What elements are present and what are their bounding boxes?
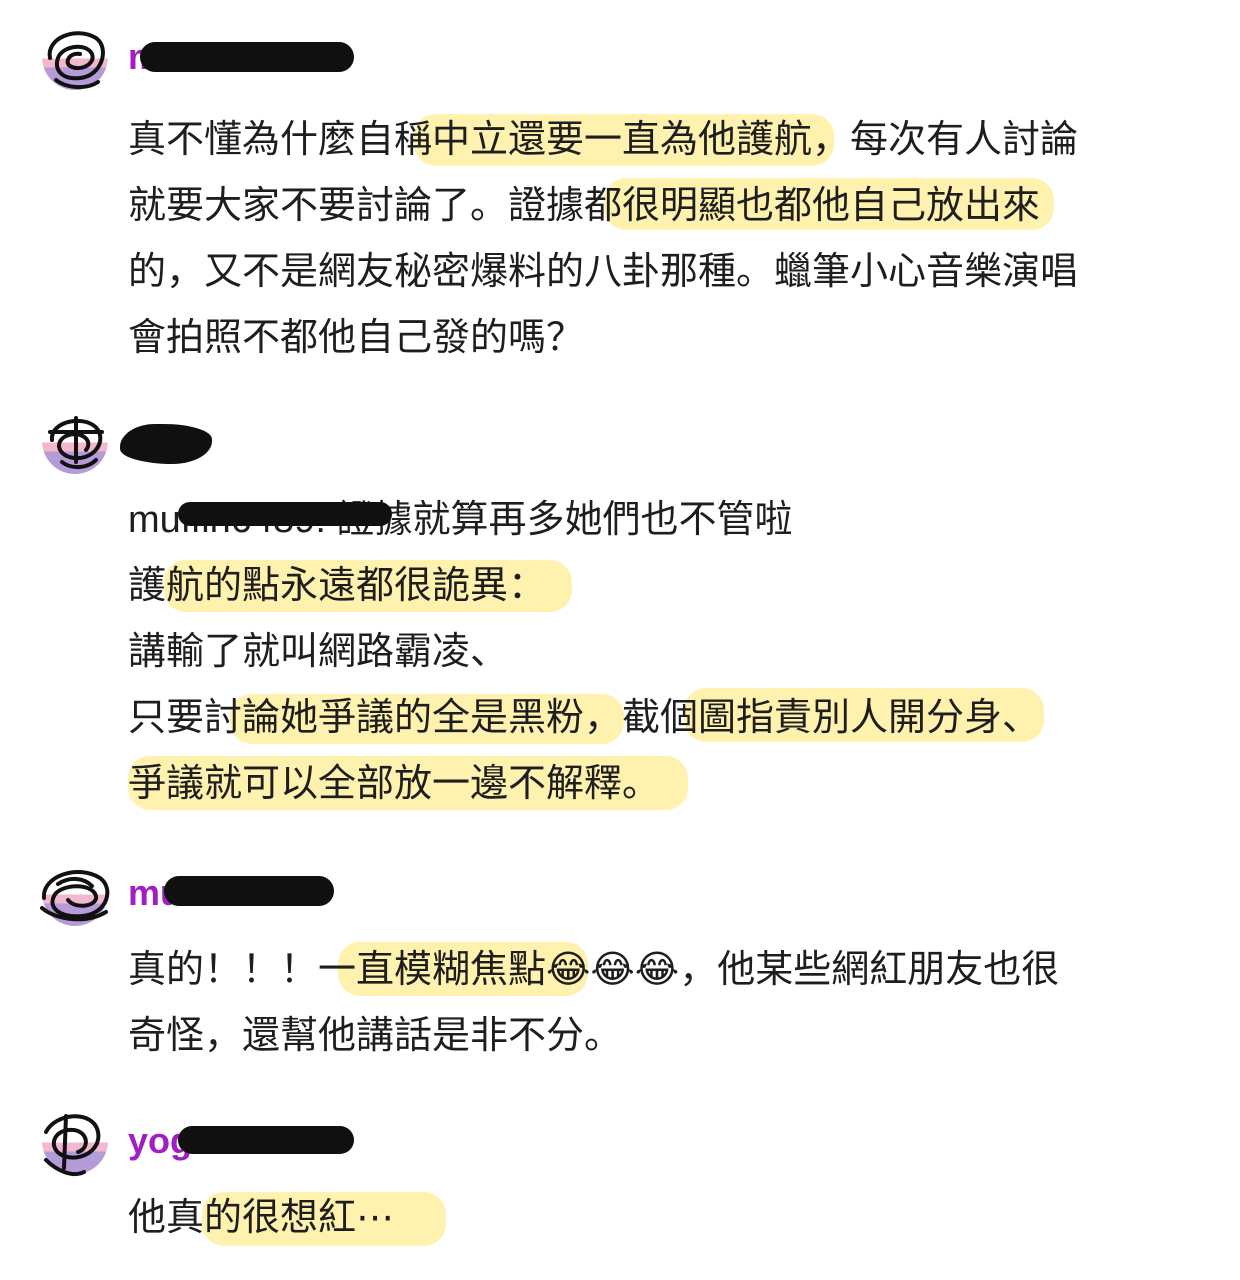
comment-line: 奇怪，還幫他講話是非不分。 (128, 1013, 623, 1057)
comment-line: 護航的點永遠都很詭異： (128, 563, 547, 607)
comment-3: muffin6489 真的！！！一直模糊焦點😂😂😂，他某些網紅朋友也很 奇怪，還… (0, 856, 1240, 1057)
comment-header (0, 404, 1240, 484)
comment-4: yogurt0128 他真的很想紅⋯ (0, 1104, 1240, 1246)
username-redaction (140, 42, 354, 72)
comment-header: muffin6489 (0, 856, 1240, 936)
comment-header: muffin6489 (0, 20, 1240, 100)
username-redaction (178, 1126, 354, 1154)
username-redaction (120, 424, 212, 464)
mention-redaction (178, 502, 392, 526)
comment-body: 真不懂為什麼自稱中立還要一直為他護航，每次有人討論 就要大家不要討論了。證據都很… (128, 106, 1078, 370)
comment-line: 會拍照不都他自己發的嗎？ (128, 315, 585, 359)
comment-body: muffin6489: 證據就算再多她們也不管啦 護航的點永遠都很詭異： 講輸了… (128, 486, 1044, 816)
comment-line: 的，又不是網友秘密爆料的八卦那種。蠟筆小心音樂演唱 (128, 249, 1079, 293)
comment-header: yogurt0128 (0, 1104, 1240, 1184)
comment-2: muffin6489: 證據就算再多她們也不管啦 護航的點永遠都很詭異： 講輸了… (0, 404, 1240, 810)
avatar[interactable] (42, 1108, 108, 1177)
scribble-redaction-icon (40, 869, 110, 922)
scribble-redaction-icon (48, 416, 104, 469)
comment-1: muffin6489 真不懂為什麼自稱中立還要一直為他護航，每次有人討論 就要大… (0, 20, 1240, 359)
avatar[interactable] (40, 860, 110, 926)
scribble-redaction-icon (44, 1114, 101, 1177)
comment-line: 就要大家不要討論了。證據都很明顯也都他自己放出來 (128, 183, 1041, 227)
comment-body: 他真的很想紅⋯ (128, 1184, 446, 1250)
comment-line: 講輸了就叫網路霸凌、 (128, 629, 509, 673)
avatar[interactable] (42, 24, 108, 90)
comment-line: 真的！！！一直模糊焦點😂😂😂，他某些網紅朋友也很 (128, 947, 1060, 991)
avatar[interactable] (42, 408, 108, 474)
comment-line: 爭議就可以全部放一邊不解釋。 (128, 761, 661, 805)
username-redaction (164, 876, 334, 906)
comment-line: 真不懂為什麼自稱中立還要一直為他護航，每次有人討論 (128, 117, 1079, 161)
comment-line: 只要討論她爭議的全是黑粉，截個圖指責別人開分身、 (128, 695, 1041, 739)
comment-line: 他真的很想紅⋯ (128, 1195, 395, 1239)
scribble-redaction-icon (47, 31, 105, 89)
comment-body: 真的！！！一直模糊焦點😂😂😂，他某些網紅朋友也很 奇怪，還幫他講話是非不分。 (128, 936, 1059, 1068)
